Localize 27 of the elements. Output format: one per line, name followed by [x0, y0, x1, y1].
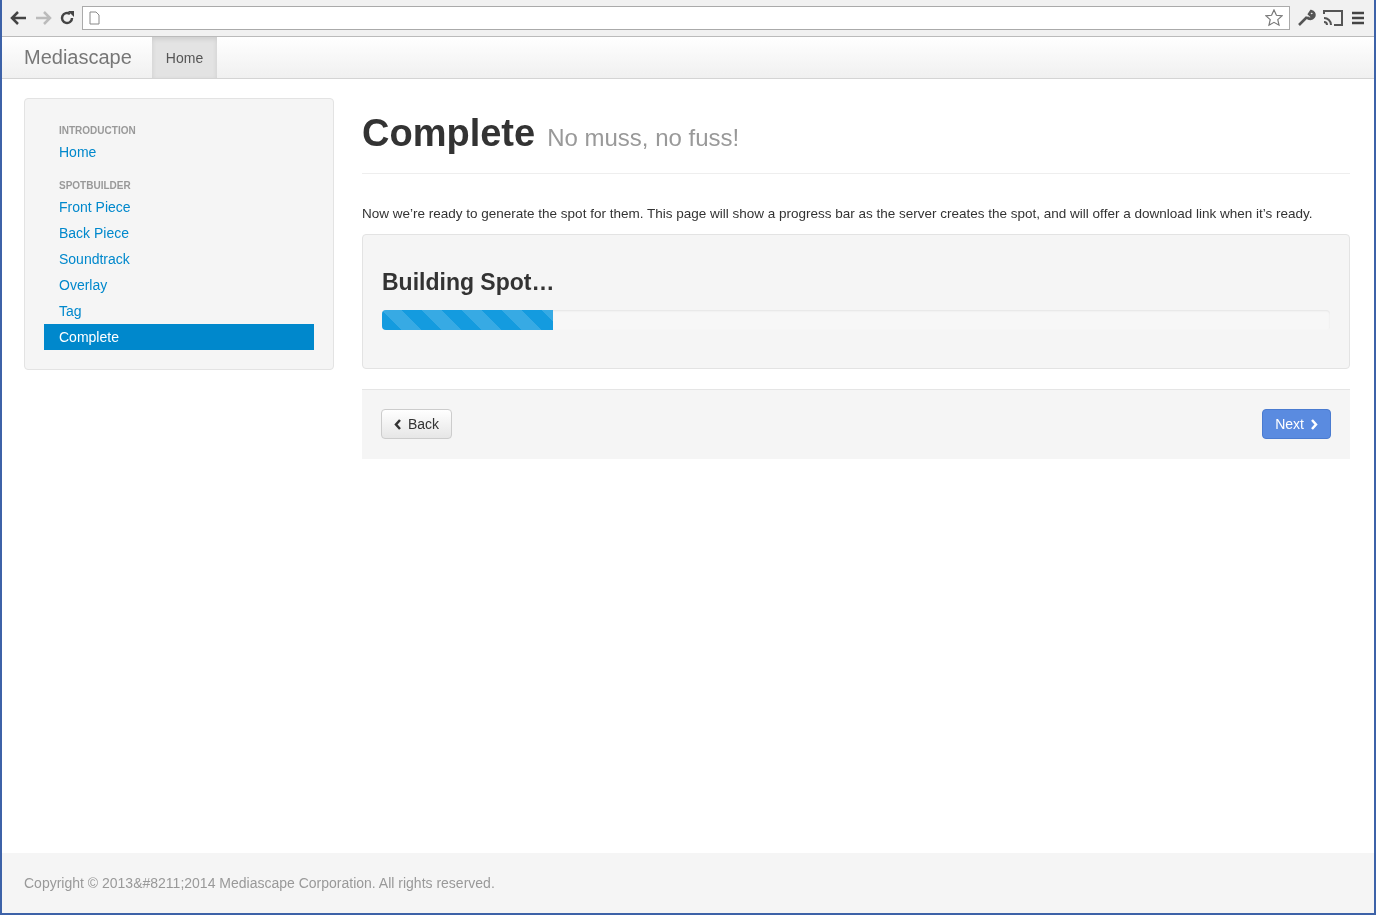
wrench-icon[interactable]: [1296, 9, 1316, 27]
sidebar-heading: SPOTBUILDER: [58, 179, 132, 193]
intro-text: Now we’re ready to generate the spot for them. This page will show a progress bar as the server creates the spot, and will offer a download link when it’s ready.: [362, 205, 1314, 223]
sidebar-item[interactable]: Front Piece: [44, 194, 314, 220]
sidebar-item[interactable]: Back Piece: [44, 220, 314, 246]
page-icon: [89, 11, 100, 25]
menu-icon[interactable]: [1350, 10, 1366, 26]
sidebar-item[interactable]: Soundtrack: [44, 246, 314, 272]
sidebar-heading: INTRODUCTION: [58, 124, 137, 138]
chevron-right-icon: [1310, 418, 1318, 430]
sidebar-item[interactable]: Complete: [44, 324, 314, 350]
nav-tab[interactable]: Home: [151, 37, 218, 78]
page-title: Complete: [362, 112, 536, 155]
back-arrow-icon[interactable]: [10, 10, 28, 26]
copyright-text: Copyright © 2013&#8211;2014 Mediascape Corporation. All rights reserved.: [24, 875, 495, 891]
progress-heading: Building Spot…: [382, 269, 556, 296]
back-button[interactable]: Back: [381, 409, 453, 439]
page-subtitle: No muss, no fuss!: [547, 124, 740, 152]
sidebar-item[interactable]: Home: [44, 139, 314, 165]
brand-name[interactable]: Mediascape: [24, 46, 132, 69]
sidebar-item[interactable]: Tag: [44, 298, 314, 324]
reload-icon[interactable]: [58, 9, 76, 27]
next-button[interactable]: Next: [1262, 409, 1331, 439]
star-icon[interactable]: [1265, 9, 1283, 27]
sidebar-item[interactable]: Overlay: [44, 272, 314, 298]
chevron-left-icon: [394, 418, 402, 430]
cast-icon[interactable]: [1322, 9, 1344, 27]
